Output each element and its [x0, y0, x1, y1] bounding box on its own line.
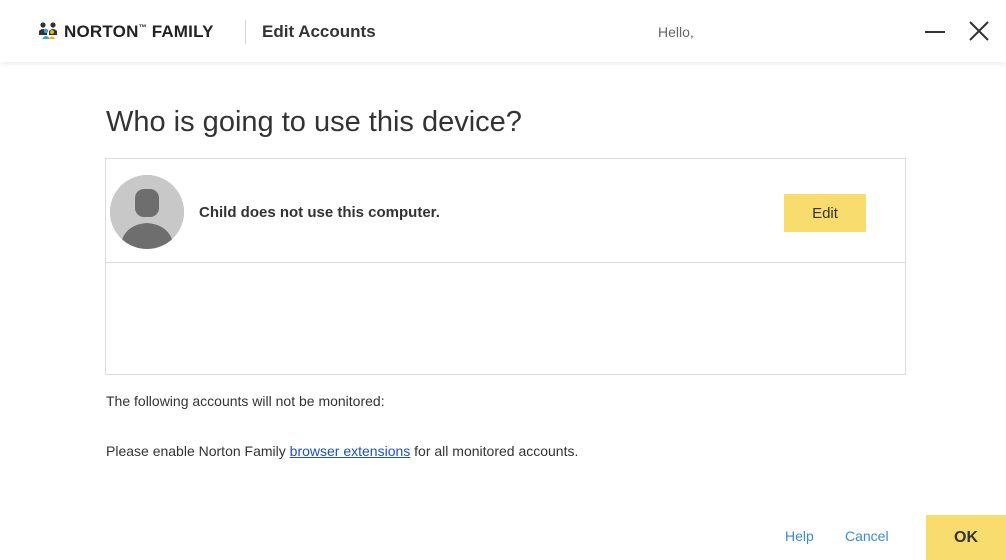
- not-monitored-text: The following accounts will not be monit…: [106, 393, 385, 409]
- enable-suffix: for all monitored accounts.: [410, 443, 579, 459]
- enable-prefix: Please enable Norton Family: [106, 443, 290, 459]
- accounts-list: Child does not use this computer. Edit: [105, 158, 906, 375]
- title-bar: NORTON™ FAMILY Edit Accounts Hello,: [0, 0, 1006, 62]
- title-separator: [245, 20, 246, 44]
- browser-extensions-link[interactable]: browser extensions: [290, 443, 411, 459]
- account-name: Child does not use this computer.: [199, 204, 440, 221]
- edit-account-button[interactable]: Edit: [784, 194, 866, 232]
- brand-name: NORTON™ FAMILY: [64, 22, 214, 41]
- minimize-button[interactable]: [918, 14, 952, 48]
- ok-button[interactable]: OK: [926, 515, 1006, 560]
- close-button[interactable]: [962, 14, 996, 48]
- cancel-link[interactable]: Cancel: [845, 528, 889, 544]
- help-link[interactable]: Help: [785, 528, 814, 544]
- page-title: Who is going to use this device?: [106, 106, 522, 138]
- greeting-text: Hello,: [658, 24, 694, 40]
- family-people-icon: [38, 22, 60, 40]
- window-title: Edit Accounts: [262, 22, 376, 41]
- minimize-icon: [925, 31, 945, 33]
- enable-extensions-text: Please enable Norton Family browser exte…: [106, 443, 578, 459]
- close-icon: [969, 21, 989, 41]
- default-user-avatar-icon: [110, 175, 184, 249]
- account-row: Child does not use this computer. Edit: [106, 159, 905, 263]
